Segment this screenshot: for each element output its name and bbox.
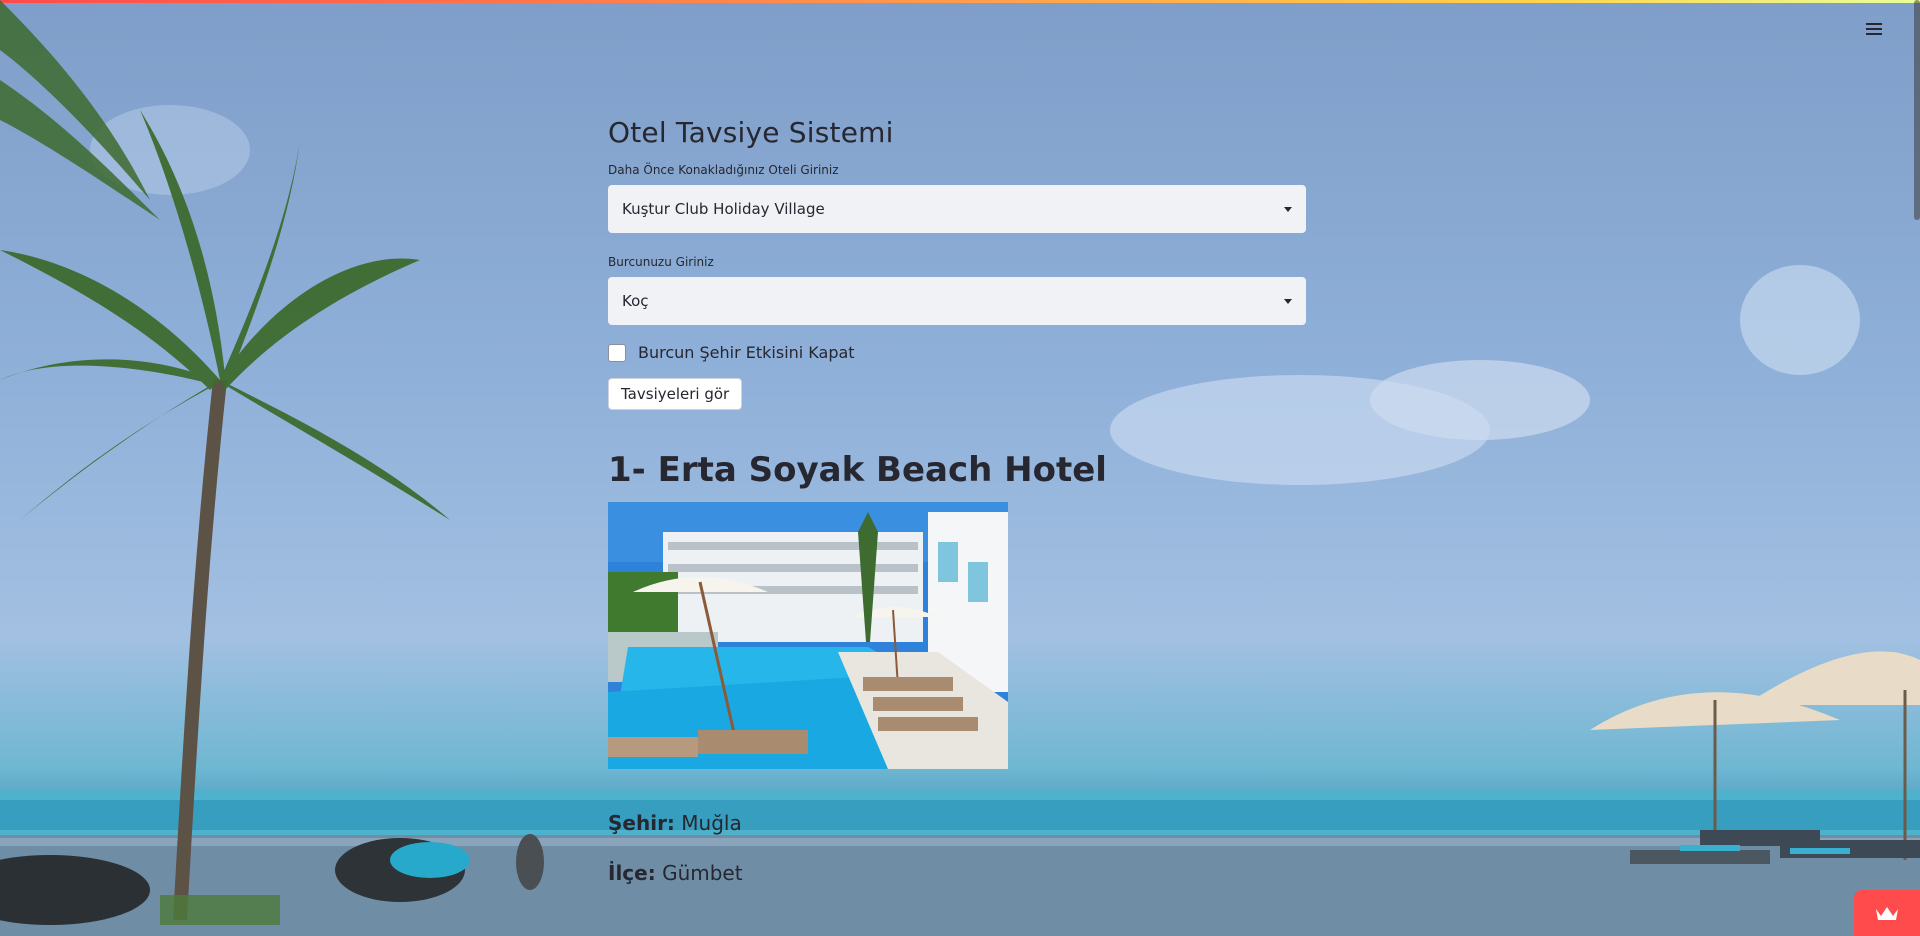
result-city-value: Muğla (681, 811, 742, 835)
crown-icon (1876, 907, 1898, 920)
hotel-select[interactable]: Kuştur Club Holiday Village (608, 185, 1306, 233)
zodiac-city-effect-label: Burcun Şehir Etkisini Kapat (638, 343, 855, 362)
result-details: Şehir: Muğla İlçe: Gümbet (608, 769, 1308, 909)
streamlit-badge-button[interactable] (1854, 890, 1920, 936)
zodiac-city-effect-row: Burcun Şehir Etkisini Kapat (608, 343, 1308, 362)
zodiac-select[interactable]: Koç (608, 277, 1306, 325)
result-city: Şehir: Muğla (608, 811, 742, 835)
hotel-image (608, 502, 1008, 769)
page-scrollbar[interactable] (1914, 0, 1920, 220)
result-district-label: İlçe: (608, 861, 656, 885)
hotel-select-label: Daha Önce Konakladığınız Oteli Giriniz (608, 163, 839, 177)
result-district: İlçe: Gümbet (608, 861, 743, 885)
result-district-value: Gümbet (662, 861, 743, 885)
chevron-down-icon (1284, 206, 1292, 212)
show-recommendations-button[interactable]: Tavsiyeleri gör (608, 378, 743, 410)
zodiac-select-label: Burcunuzu Giriniz (608, 255, 714, 269)
hotel-select-value: Kuştur Club Holiday Village (622, 200, 825, 218)
hamburger-menu-icon[interactable] (1863, 18, 1885, 40)
zodiac-select-value: Koç (622, 292, 649, 310)
main-content: Otel Tavsiye Sistemi Daha Önce Konakladı… (608, 110, 1308, 909)
result-city-label: Şehir: (608, 811, 675, 835)
result-title: 1- Erta Soyak Beach Hotel (608, 450, 1107, 490)
chevron-down-icon (1284, 298, 1292, 304)
hotel-pool-picture (608, 502, 1008, 769)
zodiac-city-effect-checkbox[interactable] (608, 343, 626, 362)
menu-lines-icon (1866, 23, 1882, 35)
page-title: Otel Tavsiye Sistemi (608, 116, 894, 149)
